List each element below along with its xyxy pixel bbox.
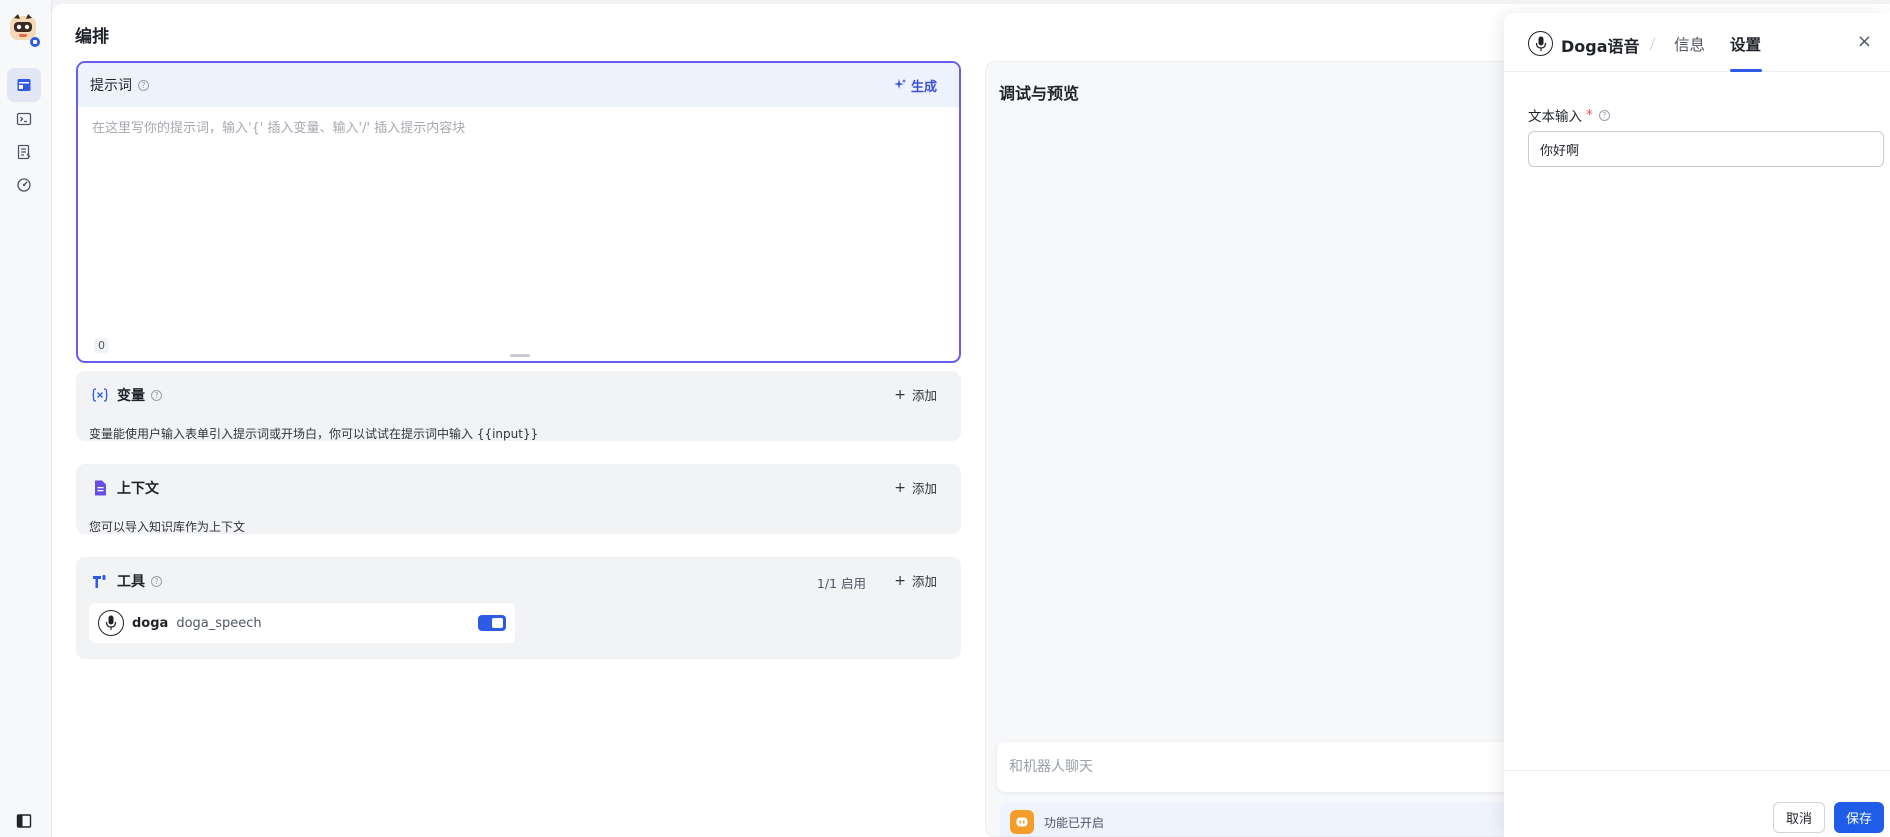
prompt-header: 提示词 ? 生成 bbox=[78, 63, 959, 107]
variable-braces-icon bbox=[92, 387, 108, 403]
rail-api-button[interactable] bbox=[7, 102, 41, 136]
terminal-icon bbox=[16, 112, 32, 126]
tools-section: 工具 ? 1/1 启用 + 添加 doga doga_speech bbox=[76, 557, 961, 659]
variables-header: 变量 ? bbox=[92, 385, 162, 405]
help-icon[interactable]: ? bbox=[1598, 109, 1610, 121]
sidebar-toggle-icon bbox=[16, 814, 32, 828]
variables-section: 变量 ? + 添加 变量能使用户输入表单引入提示词或开场白，你可以试试在提示词中… bbox=[76, 371, 961, 441]
drawer-tool-name: Doga语音 bbox=[1561, 37, 1640, 56]
prompt-textarea[interactable] bbox=[92, 117, 932, 307]
plus-icon: + bbox=[894, 386, 906, 403]
tools-header: 工具 ? bbox=[92, 571, 162, 591]
preview-title: 调试与预览 bbox=[999, 84, 1080, 103]
plus-icon: + bbox=[894, 479, 906, 496]
context-document-icon bbox=[92, 480, 108, 496]
add-variable-button[interactable]: + 添加 bbox=[894, 385, 937, 404]
feature-status: 功能已开启 bbox=[1044, 815, 1105, 830]
add-context-label: 添加 bbox=[911, 481, 937, 496]
save-button[interactable]: 保存 bbox=[1834, 802, 1884, 833]
tab-separator bbox=[1649, 37, 1656, 51]
rail-monitor-button[interactable] bbox=[7, 168, 41, 202]
sparkle-icon bbox=[893, 79, 906, 89]
tool-id: doga_speech bbox=[176, 615, 262, 631]
rail-logs-button[interactable] bbox=[7, 135, 41, 169]
resize-handle[interactable] bbox=[510, 354, 530, 357]
cancel-button[interactable]: 取消 bbox=[1773, 802, 1825, 833]
prompt-body: 0 bbox=[78, 107, 959, 361]
microphone-icon bbox=[1528, 31, 1553, 56]
required-mark: * bbox=[1586, 107, 1593, 123]
tool-hammer-icon bbox=[92, 573, 108, 589]
context-header: 上下文 bbox=[92, 478, 159, 498]
add-tool-button[interactable]: + 添加 bbox=[894, 571, 937, 590]
tool-settings-drawer: Doga语音 信息 设置 × 文本输入 * ? 取消 保存 bbox=[1504, 13, 1890, 837]
drawer-header: Doga语音 信息 设置 × bbox=[1504, 13, 1890, 72]
tool-name: doga bbox=[132, 615, 169, 631]
prompt-card: 提示词 ? 生成 0 bbox=[76, 61, 961, 363]
generate-button[interactable]: 生成 bbox=[893, 76, 937, 95]
help-icon[interactable]: ? bbox=[138, 79, 149, 91]
close-icon[interactable]: × bbox=[1857, 31, 1872, 52]
text-input-field[interactable] bbox=[1540, 141, 1872, 157]
monitor-gauge-icon bbox=[17, 178, 31, 192]
layout-icon bbox=[17, 79, 31, 91]
rail-orchestrate-button[interactable] bbox=[7, 68, 41, 102]
char-count: 0 bbox=[94, 338, 109, 353]
add-context-button[interactable]: + 添加 bbox=[894, 478, 937, 497]
feature-icon bbox=[1010, 810, 1034, 834]
tab-settings[interactable]: 设置 bbox=[1730, 33, 1761, 55]
add-tool-label: 添加 bbox=[911, 574, 937, 589]
plus-icon: + bbox=[894, 572, 906, 589]
help-icon[interactable]: ? bbox=[151, 389, 162, 401]
generate-label: 生成 bbox=[910, 79, 937, 95]
text-input-box[interactable] bbox=[1528, 131, 1884, 167]
variables-description: 变量能使用户输入表单引入提示词或开场白，你可以试试在提示词中输入 {{input… bbox=[89, 427, 539, 441]
page-title: 编排 bbox=[75, 27, 109, 47]
tab-active-indicator bbox=[1730, 69, 1762, 72]
add-variable-label: 添加 bbox=[911, 388, 937, 403]
app-logo[interactable] bbox=[8, 12, 42, 48]
drawer-footer: 取消 保存 bbox=[1504, 770, 1890, 837]
variables-title: 变量 bbox=[117, 388, 145, 404]
tool-enable-toggle[interactable] bbox=[478, 615, 506, 631]
tab-info[interactable]: 信息 bbox=[1674, 33, 1705, 55]
tools-title: 工具 bbox=[117, 574, 145, 590]
left-rail bbox=[0, 0, 52, 837]
context-title: 上下文 bbox=[117, 481, 159, 497]
field-label: 文本输入 * ? bbox=[1528, 105, 1610, 125]
context-section: 上下文 + 添加 您可以导入知识库作为上下文 bbox=[76, 464, 961, 534]
help-icon[interactable]: ? bbox=[151, 575, 162, 587]
tools-enabled-count: 1/1 启用 bbox=[816, 576, 866, 591]
sidebar-toggle-button[interactable] bbox=[7, 808, 41, 834]
microphone-icon bbox=[98, 610, 124, 636]
document-icon bbox=[17, 144, 31, 160]
prompt-title: 提示词 bbox=[90, 78, 132, 94]
context-description: 您可以导入知识库作为上下文 bbox=[89, 520, 246, 534]
text-input-label: 文本输入 bbox=[1528, 109, 1582, 125]
tool-item[interactable]: doga doga_speech bbox=[89, 603, 515, 643]
